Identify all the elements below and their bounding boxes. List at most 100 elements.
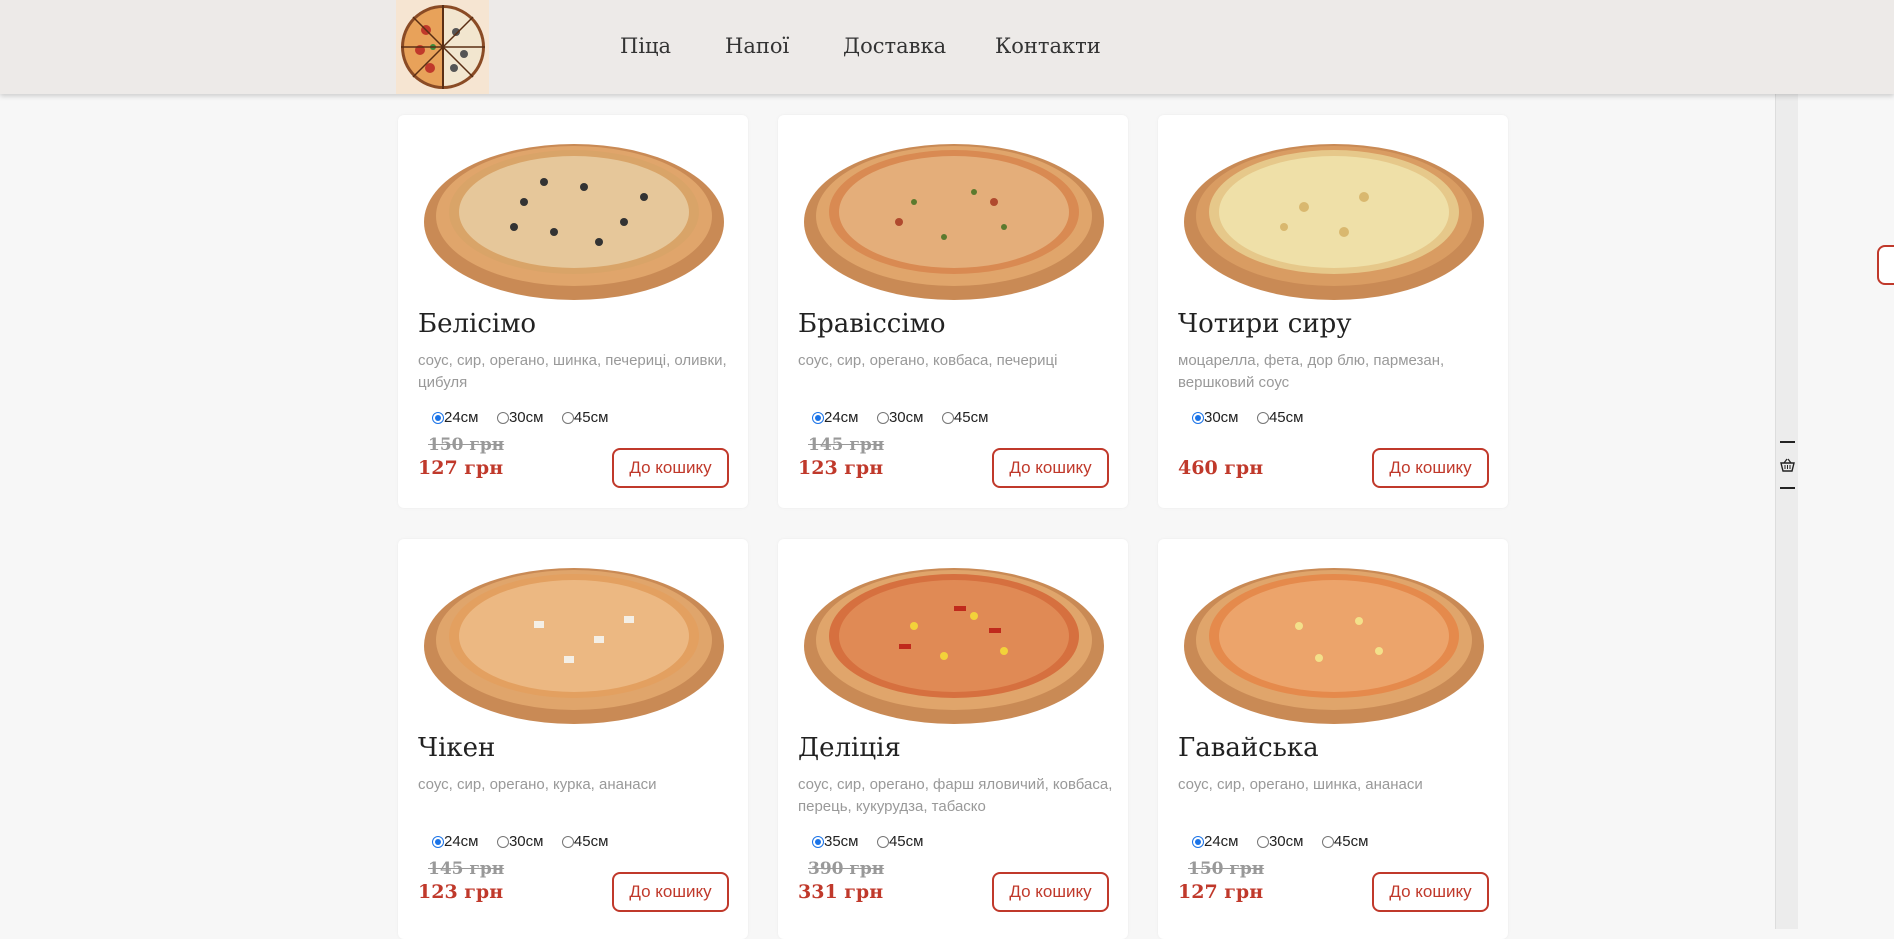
size-label: 24см [444,833,479,850]
size-option[interactable]: 30см [876,409,923,426]
price: 460 грн [1178,457,1264,479]
size-option[interactable]: 45см [941,409,989,426]
pizza-image [424,568,724,724]
product-description: соус, сир, орегано, шинка, печериці, оли… [418,352,727,391]
size-label: 24см [444,409,479,426]
size-label: 30см [1204,409,1239,426]
product-card: Чотири сиру моцарелла, фета, дор блю, па… [1158,115,1508,508]
product-title: Чотири сиру [1178,309,1352,339]
product-title: Бравіссімо [798,309,946,339]
radio-button[interactable] [1321,835,1334,848]
product-card: Деліція соус, сир, орегано, фарш яловичи… [778,539,1128,939]
product-description: соус, сир, орегано, курка, ананаси [418,776,657,793]
add-to-cart-button[interactable]: До кошику [992,872,1109,912]
add-to-cart-button[interactable]: До кошику [1372,448,1489,488]
size-label: 30см [508,409,544,426]
product-card: Белісімо соус, сир, орегано, шинка, пече… [398,115,748,508]
size-label: 30см [1268,833,1304,850]
nav-item-pizza[interactable]: Піца [620,34,671,58]
size-option[interactable]: 45см [561,409,609,426]
size-options: 30см 45см [1192,409,1317,429]
site-header: Піца Напої Доставка Контакти [0,0,1894,94]
size-options: 24см 30см 45см [812,409,1002,429]
pizza-logo[interactable] [396,0,489,94]
price: 331 грн [798,881,884,903]
pizza-image [804,568,1104,724]
product-description: соус, сир, орегано, шинка, ананаси [1178,776,1423,793]
size-label: 45см [573,833,609,850]
size-option[interactable]: 24см [432,833,479,850]
size-option[interactable]: 45см [1256,409,1304,426]
size-label: 30см [508,833,544,850]
add-to-cart-button[interactable]: До кошику [992,448,1109,488]
product-title: Деліція [798,733,901,763]
radio-button[interactable] [496,835,509,848]
size-option[interactable]: 24см [1192,833,1239,850]
radio-button[interactable] [812,411,824,424]
nav-item-contacts[interactable]: Контакти [995,34,1101,58]
radio-button[interactable] [876,411,889,424]
size-option[interactable]: 45см [1321,833,1369,850]
size-option[interactable]: 30см [1192,409,1239,426]
pizza-image [804,144,1104,300]
size-option[interactable]: 30см [1256,833,1304,850]
size-option[interactable]: 24см [432,409,479,426]
add-to-cart-button[interactable]: До кошику [612,448,729,488]
add-to-cart-button[interactable]: До кошику [612,872,729,912]
pizza-image [1184,568,1484,724]
divider [1780,487,1795,489]
size-label: 24см [824,409,859,426]
radio-button[interactable] [941,411,954,424]
radio-button[interactable] [561,411,574,424]
product-description: соус, сир, орегано, ковбаса, печериці [798,352,1058,369]
size-label: 45см [573,409,609,426]
nav-item-drinks[interactable]: Напої [725,34,789,58]
size-label: 35см [824,833,859,850]
basket-icon[interactable] [1780,458,1795,475]
radio-button[interactable] [496,411,509,424]
size-options: 24см 30см 45см [432,409,622,429]
radio-button[interactable] [432,411,444,424]
radio-button[interactable] [1256,835,1269,848]
size-option[interactable]: 30см [496,409,544,426]
old-price: 145 грн [808,435,885,455]
product-card: Чікен соус, сир, орегано, курка, ананаси… [398,539,748,939]
radio-button[interactable] [812,835,824,848]
radio-button[interactable] [1192,835,1204,848]
size-option[interactable]: 45см [561,833,609,850]
size-label: 45см [1268,409,1304,426]
size-label: 24см [1204,833,1239,850]
size-option[interactable]: 30см [496,833,544,850]
size-options: 35см 45см [812,833,937,853]
size-option[interactable]: 45см [876,833,924,850]
old-price: 150 грн [1188,859,1265,879]
product-description: моцарелла, фета, дор блю, пармезан, верш… [1178,352,1445,391]
pizza-image [424,144,724,300]
price: 127 грн [1178,881,1264,903]
size-option[interactable]: 35см [812,833,859,850]
size-label: 45см [888,833,924,850]
nav-item-delivery[interactable]: Доставка [843,34,946,58]
product-description: соус, сир, орегано, фарш яловичий, ковба… [798,776,1113,815]
product-title: Гавайська [1178,733,1319,763]
product-title: Чікен [418,733,496,763]
pizza-image [1184,144,1484,300]
price: 127 грн [418,457,504,479]
size-options: 24см 30см 45см [1192,833,1382,853]
cart-side-panel[interactable] [1775,94,1798,929]
radio-button[interactable] [561,835,574,848]
size-option[interactable]: 24см [812,409,859,426]
side-cart-toggle-button[interactable] [1877,245,1894,285]
radio-button[interactable] [432,835,444,848]
product-card: Бравіссімо соус, сир, орегано, ковбаса, … [778,115,1128,508]
old-price: 145 грн [428,859,505,879]
old-price: 390 грн [808,859,885,879]
radio-button[interactable] [1256,411,1269,424]
add-to-cart-button[interactable]: До кошику [1372,872,1489,912]
radio-button[interactable] [1192,411,1204,424]
radio-button[interactable] [876,835,889,848]
size-label: 45см [953,409,989,426]
size-label: 45см [1333,833,1369,850]
divider [1780,441,1795,443]
size-options: 24см 30см 45см [432,833,622,853]
